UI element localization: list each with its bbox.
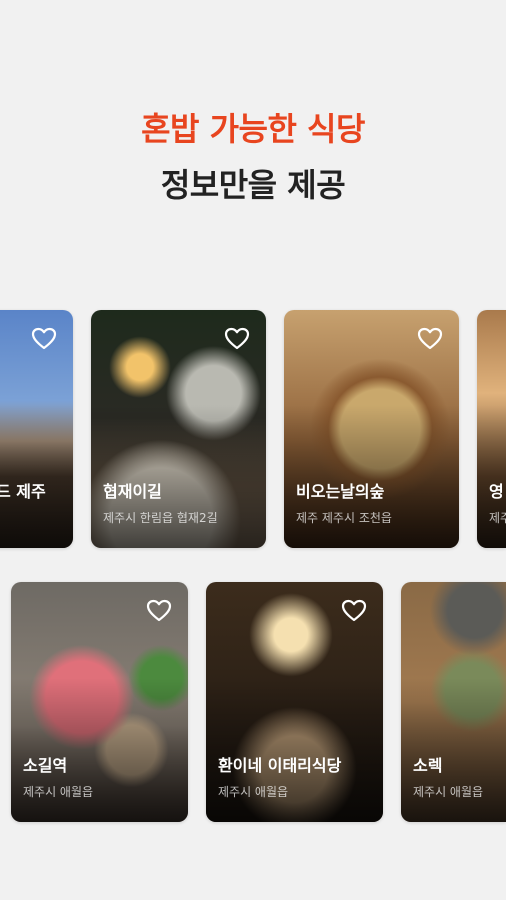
restaurant-name: 환이네 이태리식당 <box>218 756 342 775</box>
restaurant-card[interactable]: 환이네 이태리식당 제주시 애월읍 <box>206 582 383 822</box>
restaurant-name: 드 제주 <box>0 482 46 501</box>
restaurant-card[interactable]: 소길역 제주시 애월읍 <box>11 582 188 822</box>
restaurant-address: 제주시 애월읍 <box>23 785 94 799</box>
card-shade <box>401 678 506 822</box>
restaurant-name: 소길역 <box>23 756 68 775</box>
card-shade <box>11 678 188 822</box>
heart-outline-icon[interactable] <box>222 324 252 354</box>
restaurant-address: 제주시 한림읍 협재2길 <box>103 511 218 525</box>
restaurant-name: 비오는날의숲 <box>296 482 385 501</box>
card-shade <box>91 405 266 548</box>
restaurant-name: 소렉 <box>413 756 443 775</box>
screen: 혼밥 가능한 식당 정보만을 제공 드 제주 협재이길 제주시 한림읍 협재2길… <box>0 0 506 900</box>
headline-accent: 혼밥 가능한 식당 <box>141 110 365 148</box>
restaurant-card[interactable]: 협재이길 제주시 한림읍 협재2길 <box>91 310 266 548</box>
restaurant-name: 영 <box>489 482 504 501</box>
restaurant-address: 제주 제주시 조천읍 <box>296 511 392 525</box>
heart-outline-icon[interactable] <box>339 596 369 626</box>
restaurant-card[interactable]: 비오는날의숲 제주 제주시 조천읍 <box>284 310 459 548</box>
restaurant-address: 제주 <box>489 511 506 525</box>
card-shade <box>477 405 506 548</box>
heart-outline-icon[interactable] <box>415 324 445 354</box>
restaurant-card[interactable]: 영 제주 <box>477 310 506 548</box>
restaurant-address: 제주시 애월읍 <box>218 785 289 799</box>
heart-outline-icon[interactable] <box>29 324 59 354</box>
restaurant-card[interactable]: 드 제주 <box>0 310 73 548</box>
heart-outline-icon[interactable] <box>144 596 174 626</box>
headline-main: 정보만을 제공 <box>160 166 346 204</box>
card-shade <box>284 405 459 548</box>
restaurant-name: 협재이길 <box>103 482 162 501</box>
restaurant-address: 제주시 애월읍 <box>413 785 484 799</box>
card-shade <box>0 405 73 548</box>
restaurant-card[interactable]: 소렉 제주시 애월읍 <box>401 582 506 822</box>
card-shade <box>206 678 383 822</box>
